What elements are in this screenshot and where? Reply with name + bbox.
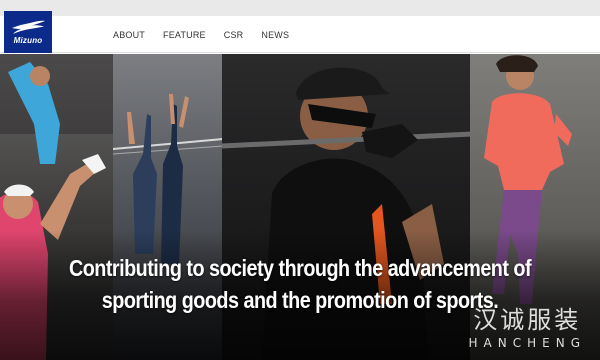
watermark: 汉诚服装 HANCHENG	[469, 306, 586, 350]
mizuno-runbird-icon	[12, 20, 45, 34]
nav-news[interactable]: NEWS	[261, 30, 289, 40]
nav-about[interactable]: ABOUT	[113, 30, 145, 40]
watermark-english: HANCHENG	[468, 336, 586, 350]
hero-banner: Contributing to society through the adva…	[0, 54, 600, 360]
nav-feature[interactable]: FEATURE	[163, 30, 206, 40]
watermark-chinese: 汉诚服装	[473, 306, 582, 334]
main-nav: ABOUT FEATURE CSR NEWS	[113, 16, 307, 53]
top-strip	[0, 0, 600, 16]
brand-logo[interactable]: Mizuno	[4, 11, 52, 53]
logo-wordmark: Mizuno	[13, 36, 43, 45]
nav-csr[interactable]: CSR	[224, 30, 244, 40]
hero-headline-line-1: Contributing to society through the adva…	[68, 255, 532, 281]
